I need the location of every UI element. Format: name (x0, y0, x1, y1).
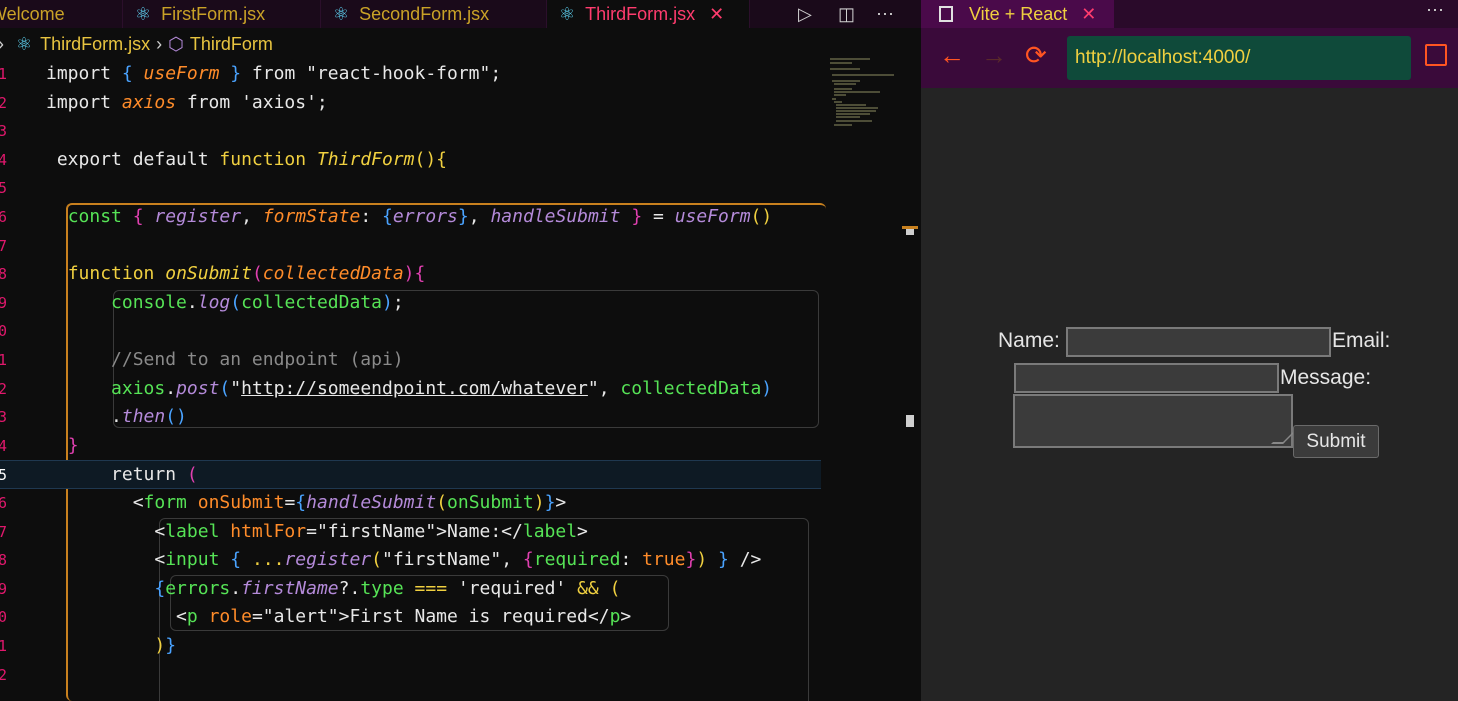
react-icon: ⚛ (559, 3, 576, 24)
tab-thirdform[interactable]: ⚛ ThirdForm.jsx ✕ (547, 0, 750, 28)
tab-label: Welcome (0, 3, 65, 24)
code-line: 4 } (0, 432, 821, 461)
line-number: 6 (0, 208, 8, 226)
line-number: 0 (0, 322, 8, 341)
tab-welcome[interactable]: Welcome (0, 0, 123, 28)
code-line: 4 export default function ThirdForm(){ (0, 146, 821, 175)
browser-tab-bar: Vite + React ✕ ⋯ (921, 0, 1458, 28)
code-line: 9 {errors.firstName?.type === 'required'… (0, 575, 821, 604)
code-line: 0 <p role="alert">First Name is required… (0, 603, 821, 632)
close-icon[interactable]: ✕ (1081, 4, 1096, 25)
page-viewport: Name: Email: Message: Submit (921, 88, 1458, 701)
browser-preview: Vite + React ✕ ⋯ ← → ⟳ http://localhost:… (921, 0, 1458, 701)
line-number: 7 (0, 236, 8, 255)
code-line: 1 import { useForm } from "react-hook-for… (0, 60, 821, 89)
line-number: 2 (0, 379, 8, 398)
line-number: 2 (0, 665, 8, 684)
split-editor-icon[interactable]: ◫ (838, 0, 855, 28)
code-line: 0 (0, 317, 821, 346)
line-number: 1 (0, 65, 8, 83)
minimap[interactable] (826, 58, 921, 701)
scrollbar-thumb[interactable] (906, 415, 914, 427)
run-icon[interactable]: ▷ (798, 0, 812, 28)
resize-handle-icon[interactable] (1271, 432, 1295, 444)
tab-label: ThirdForm.jsx (585, 3, 696, 24)
code-line: 7 <label htmlFor="firstName">Name:</labe… (0, 518, 821, 547)
line-number: 0 (0, 608, 8, 627)
forward-arrow-icon[interactable]: → (981, 40, 1007, 71)
tab-secondform[interactable]: ⚛ SecondForm.jsx (321, 0, 547, 28)
line-number: 4 (0, 150, 8, 169)
chevron-right-icon: › (156, 33, 163, 54)
more-actions-icon[interactable]: ⋯ (876, 0, 894, 28)
code-line: 2 (0, 661, 821, 690)
line-number: 8 (0, 551, 8, 570)
code-line: 1 )} (0, 632, 821, 661)
code-line: 3 .then() (0, 403, 821, 432)
line-number: 1 (0, 351, 8, 369)
line-number: 8 (0, 265, 8, 284)
reload-icon[interactable]: ⟳ (1025, 40, 1047, 71)
browser-toolbar: ← → ⟳ http://localhost:4000/ (921, 28, 1458, 88)
breadcrumb-file[interactable]: ThirdForm.jsx (40, 34, 150, 55)
react-icon: ⚛ (333, 3, 350, 24)
email-label: Email: (1332, 329, 1391, 352)
breadcrumb: › ⚛ ThirdForm.jsx › ⬡ ThirdForm (0, 30, 921, 58)
back-arrow-icon[interactable]: ← (939, 40, 965, 71)
code-line-current: 5 return ( (0, 460, 821, 489)
browser-tab-title: Vite + React (969, 3, 1068, 24)
editor-tab-bar: Welcome ⚛ FirstForm.jsx ⚛ SecondForm.jsx… (0, 0, 921, 28)
cube-icon: ⬡ (168, 33, 184, 54)
line-number: 9 (0, 579, 8, 598)
message-label: Message: (1280, 366, 1372, 389)
code-line: 7 (0, 232, 821, 261)
code-area[interactable]: 1 import { useForm } from "react-hook-for… (0, 60, 826, 701)
code-line: 3 (0, 117, 821, 146)
line-number: 3 (0, 122, 8, 141)
line-number: 2 (0, 93, 8, 112)
page-icon (939, 6, 953, 22)
line-number: 9 (0, 293, 8, 312)
tab-label: FirstForm.jsx (161, 3, 266, 24)
code-line: 2 axios.post("http://someendpoint.com/wh… (0, 375, 821, 404)
tab-label: SecondForm.jsx (359, 3, 490, 24)
code-line: 9 console.log(collectedData); (0, 289, 821, 318)
email-input[interactable] (1014, 363, 1279, 393)
submit-button[interactable]: Submit (1293, 425, 1379, 458)
code-line: 8 function onSubmit(collectedData){ (0, 260, 821, 289)
code-line: 5 (0, 174, 821, 203)
line-number: 7 (0, 522, 8, 541)
browser-tab[interactable]: Vite + React ✕ (921, 0, 1114, 28)
react-icon: ⚛ (135, 3, 152, 24)
code-line: 1 //Send to an endpoint (api) (0, 346, 821, 375)
close-icon[interactable]: ✕ (709, 4, 724, 25)
cast-icon[interactable] (1425, 44, 1447, 66)
line-number: 4 (0, 436, 8, 455)
react-icon: ⚛ (16, 33, 33, 54)
line-number: 1 (0, 637, 8, 655)
chevron-right-icon: › (0, 34, 4, 55)
name-label: Name: (998, 329, 1060, 352)
url-bar[interactable]: http://localhost:4000/ (1067, 36, 1411, 80)
line-number: 5 (0, 466, 8, 485)
line-number: 3 (0, 408, 8, 427)
name-input[interactable] (1066, 327, 1331, 357)
more-icon[interactable]: ⋯ (1426, 0, 1444, 21)
code-line: 2 import axios from 'axios'; (0, 89, 821, 118)
line-number: 5 (0, 179, 8, 198)
breadcrumb-symbol[interactable]: ThirdForm (190, 34, 273, 55)
scroll-marker (906, 229, 914, 235)
code-editor[interactable]: Welcome ⚛ FirstForm.jsx ⚛ SecondForm.jsx… (0, 0, 921, 701)
tab-firstform[interactable]: ⚛ FirstForm.jsx (123, 0, 321, 28)
code-line: 8 <input { ...register("firstName", {req… (0, 546, 821, 575)
code-line: 6 const { register, formState: {errors},… (0, 203, 821, 232)
message-textarea[interactable] (1013, 394, 1295, 448)
code-line: 6 <form onSubmit={handleSubmit(onSubmit)… (0, 489, 821, 518)
line-number: 6 (0, 494, 8, 512)
